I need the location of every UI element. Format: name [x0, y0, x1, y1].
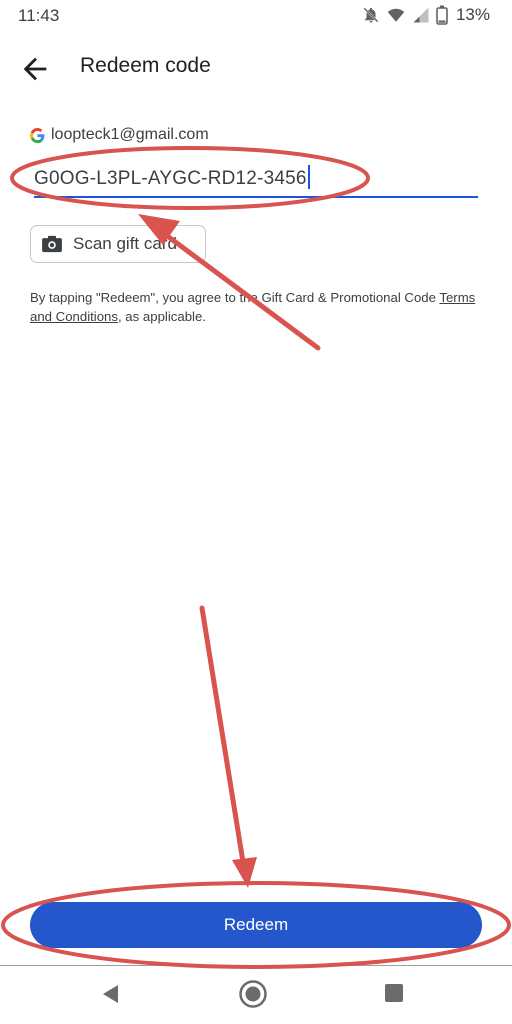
redeem-button[interactable]: Redeem: [30, 902, 482, 948]
arrow-back-icon: [23, 57, 47, 81]
mute-bell-icon: [363, 7, 379, 23]
wifi-icon: [387, 8, 405, 22]
camera-icon: [42, 235, 62, 253]
account-row: loopteck1@gmail.com: [30, 126, 209, 144]
nav-recents-icon[interactable]: [384, 983, 404, 1003]
status-time: 11:43: [18, 6, 60, 25]
app-bar: Redeem code: [0, 40, 512, 96]
back-button[interactable]: [18, 52, 52, 86]
nav-home-icon[interactable]: [238, 979, 268, 1009]
redeem-button-label: Redeem: [223, 915, 289, 934]
status-bar: 11:43 13%: [0, 0, 512, 32]
page-title: Redeem code: [80, 54, 211, 77]
terms-text: By tapping "Redeem", you agree to the Gi…: [30, 290, 476, 324]
signal-icon: [413, 7, 429, 23]
annotation-overlay: [1, 146, 511, 969]
status-icons: 13%: [362, 5, 490, 25]
account-email: loopteck1@gmail.com: [51, 126, 209, 143]
scan-gift-card-button[interactable]: Scan gift card: [30, 225, 206, 263]
code-input[interactable]: G0OG-L3PL-AYGC-RD12-3456: [34, 158, 478, 198]
system-nav-bar: [0, 966, 512, 1024]
code-input-value: G0OG-L3PL-AYGC-RD12-3456: [34, 165, 310, 190]
nav-back-icon[interactable]: [100, 983, 120, 1005]
annotation-arrow-down: [199, 605, 257, 888]
google-g-icon: [30, 127, 45, 143]
text-caret: [307, 165, 310, 189]
battery-percent: 13%: [455, 5, 490, 24]
battery-icon: [436, 5, 448, 25]
scan-gift-card-label: Scan gift card: [73, 234, 177, 253]
